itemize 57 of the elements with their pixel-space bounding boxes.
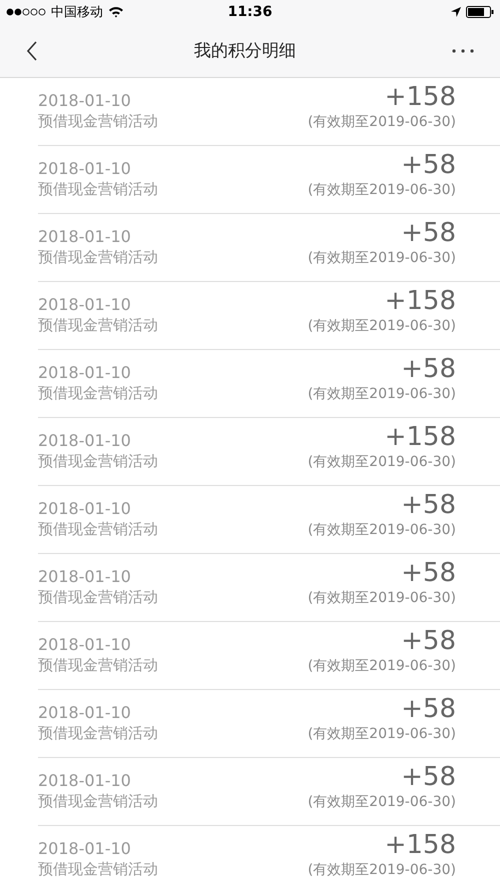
- points-amount: +58: [401, 628, 456, 654]
- record-source: 预借现金营销活动: [38, 792, 158, 811]
- expiry-date: (有效期至2019-06-30): [308, 249, 456, 267]
- record-source: 预借现金营销活动: [38, 384, 158, 403]
- battery-icon: [466, 6, 494, 18]
- expiry-date: (有效期至2019-06-30): [308, 317, 456, 335]
- page-title: 我的积分明细: [194, 40, 296, 62]
- back-chevron-icon: [26, 40, 38, 60]
- points-amount: +58: [401, 696, 456, 722]
- points-amount: +58: [401, 152, 456, 178]
- expiry-date: (有效期至2019-06-30): [308, 113, 456, 131]
- expiry-date: (有效期至2019-06-30): [308, 385, 456, 403]
- expiry-date: (有效期至2019-06-30): [308, 861, 456, 879]
- record-source: 预借现金营销活动: [38, 724, 158, 743]
- points-amount: +58: [401, 560, 456, 586]
- points-amount: +158: [384, 832, 456, 858]
- record-date: 2018-01-10: [38, 635, 131, 654]
- record-source: 预借现金营销活动: [38, 452, 158, 471]
- record-date: 2018-01-10: [38, 295, 131, 314]
- record-source: 预借现金营销活动: [38, 588, 158, 607]
- points-amount: +58: [401, 764, 456, 790]
- points-amount: +58: [401, 220, 456, 246]
- status-time: 11:36: [228, 4, 272, 20]
- expiry-date: (有效期至2019-06-30): [308, 725, 456, 743]
- expiry-date: (有效期至2019-06-30): [308, 521, 456, 539]
- record-source: 预借现金营销活动: [38, 860, 158, 879]
- record-date: 2018-01-10: [38, 771, 131, 790]
- location-arrow-icon: [450, 7, 461, 17]
- expiry-date: (有效期至2019-06-30): [308, 453, 456, 471]
- wifi-icon: [108, 6, 124, 18]
- record-source: 预借现金营销活动: [38, 656, 158, 675]
- carrier-name: 中国移动: [51, 4, 103, 21]
- expiry-date: (有效期至2019-06-30): [308, 793, 456, 811]
- record-source: 预借现金营销活动: [38, 112, 158, 131]
- record-source: 预借现金营销活动: [38, 520, 158, 539]
- record-source: 预借现金营销活动: [38, 180, 158, 199]
- record-date: 2018-01-10: [38, 363, 131, 382]
- expiry-date: (有效期至2019-06-30): [308, 181, 456, 199]
- record-date: 2018-01-10: [38, 839, 131, 858]
- record-date: 2018-01-10: [38, 91, 131, 110]
- points-amount: +58: [401, 356, 456, 382]
- record-date: 2018-01-10: [38, 499, 131, 518]
- record-date: 2018-01-10: [38, 703, 131, 722]
- points-amount: +158: [384, 424, 456, 450]
- record-date: 2018-01-10: [38, 227, 131, 246]
- points-amount: +58: [401, 492, 456, 518]
- record-date: 2018-01-10: [38, 431, 131, 450]
- record-source: 预借现金营销活动: [38, 316, 158, 335]
- record-date: 2018-01-10: [38, 567, 131, 586]
- record-source: 预借现金营销活动: [38, 248, 158, 267]
- expiry-date: (有效期至2019-06-30): [308, 589, 456, 607]
- more-dots-icon: [452, 48, 474, 52]
- points-amount: +158: [384, 84, 456, 110]
- expiry-date: (有效期至2019-06-30): [308, 657, 456, 675]
- points-amount: +158: [384, 288, 456, 314]
- signal-icon: [6, 8, 46, 16]
- record-date: 2018-01-10: [38, 159, 131, 178]
